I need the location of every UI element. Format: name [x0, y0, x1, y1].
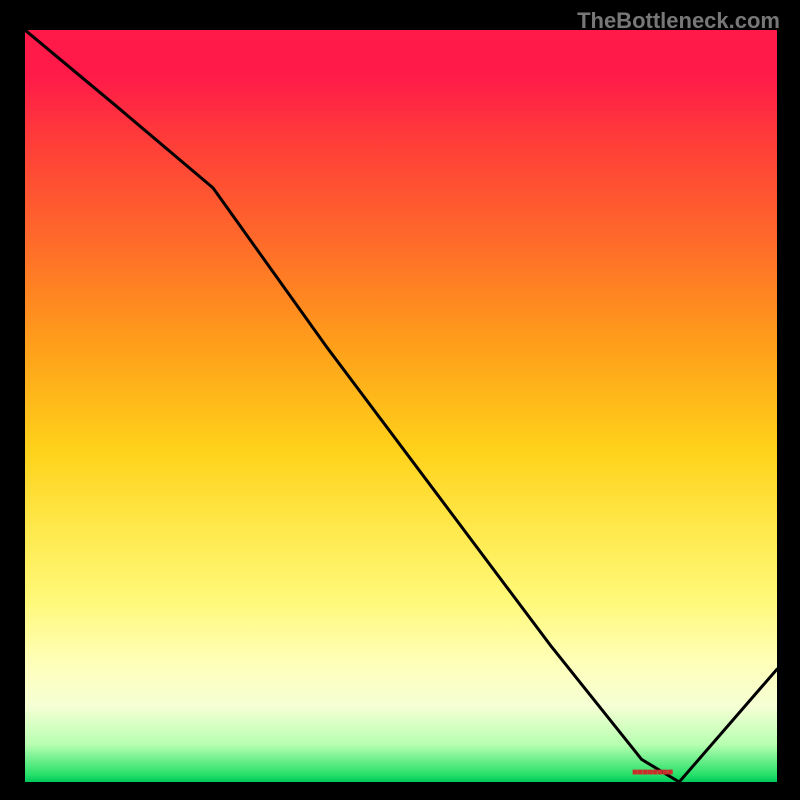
- chart-container: TheBottleneck.com ■■■■■■■■: [0, 0, 800, 800]
- plot-area: ■■■■■■■■: [25, 30, 777, 782]
- optimum-marker: ■■■■■■■■: [632, 767, 672, 778]
- bottleneck-curve: [25, 30, 777, 782]
